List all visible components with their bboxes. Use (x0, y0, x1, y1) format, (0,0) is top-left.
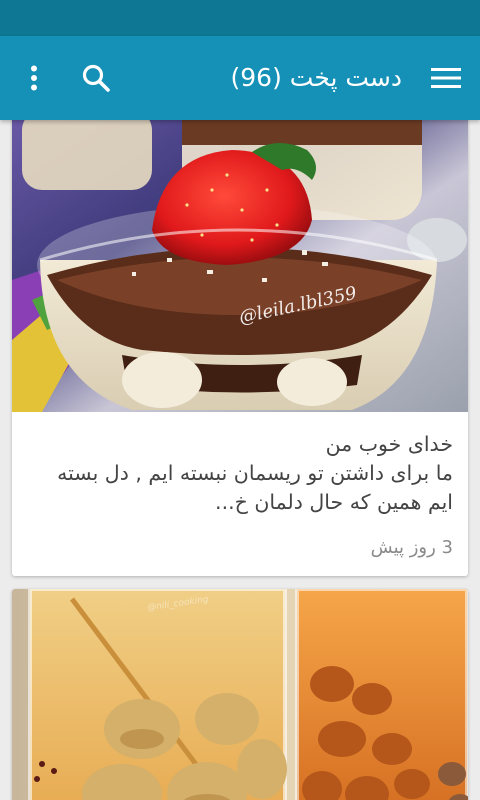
hamburger-menu-icon (431, 68, 461, 88)
dessert-photo (12, 120, 468, 412)
search-icon (82, 64, 110, 92)
post-card[interactable]: @nili_cooking (12, 589, 468, 800)
overflow-menu-button[interactable] (14, 58, 54, 98)
menu-button[interactable] (426, 58, 466, 98)
drinks-photo (12, 589, 468, 800)
search-button[interactable] (74, 58, 118, 98)
post-image-dessert[interactable]: @leila.lbl359 (12, 120, 468, 412)
status-bar (0, 0, 480, 36)
caption-line: ایم همین که حال دلمان خ... (215, 490, 453, 514)
caption-line: خدای خوب من (325, 432, 453, 456)
app-bar: دست پخت (96) (0, 36, 480, 120)
post-timestamp: 3 روز پیش (370, 537, 453, 558)
page-title: دست پخت (96) (230, 63, 403, 92)
post-image-drinks[interactable]: @nili_cooking (12, 589, 468, 800)
post-caption: خدای خوب من ما برای داشتن تو ریسمان نبست… (12, 412, 468, 517)
more-vert-icon (31, 65, 37, 91)
post-feed[interactable]: @leila.lbl359 خدای خوب من ما برای داشتن … (0, 120, 480, 800)
caption-line: ما برای داشتن تو ریسمان نبسته ایم , دل ب… (57, 461, 453, 485)
post-card[interactable]: @leila.lbl359 خدای خوب من ما برای داشتن … (12, 120, 468, 576)
